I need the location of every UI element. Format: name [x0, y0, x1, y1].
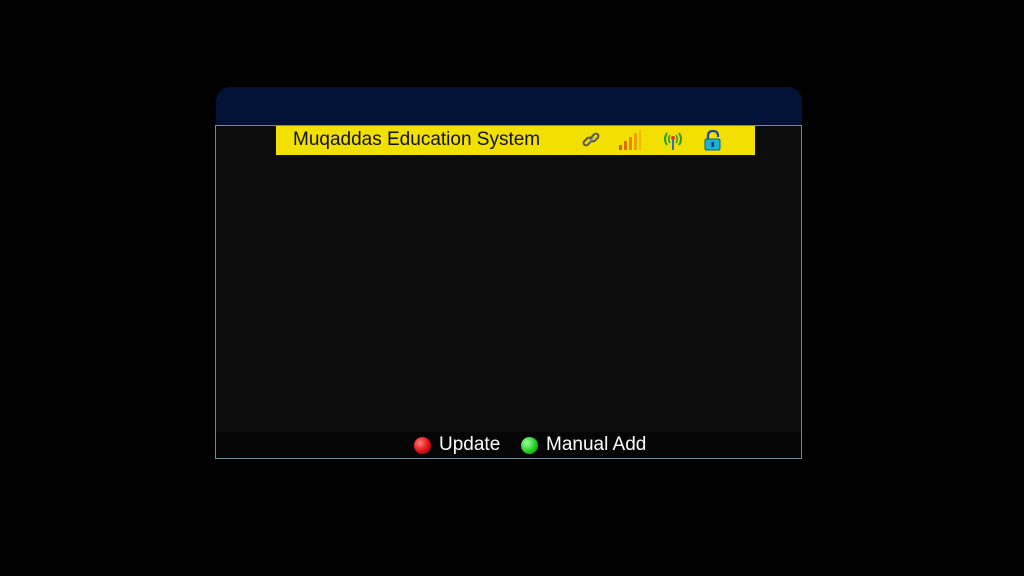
- link-icon: [580, 129, 602, 151]
- update-label: Update: [439, 434, 501, 455]
- antenna-broadcast-icon: [662, 129, 684, 151]
- manual-add-button[interactable]: Manual Add: [521, 434, 646, 456]
- green-key-icon: [521, 436, 538, 454]
- window-title: Muqaddas Education System: [293, 129, 541, 150]
- channel-list-window: Muqaddas Education System Update Manual …: [215, 125, 802, 459]
- title-bar: Muqaddas Education System: [276, 126, 755, 155]
- red-key-icon: [414, 436, 431, 454]
- manual-add-label: Manual Add: [546, 434, 647, 455]
- lock-icon: [702, 129, 724, 151]
- update-button[interactable]: Update: [414, 434, 500, 456]
- window-header: [216, 87, 802, 127]
- signal-strength-icon: [618, 129, 641, 151]
- screen: Muqaddas Education System Update Manual …: [0, 0, 1024, 576]
- footer-bar: Update Manual Add: [216, 432, 801, 458]
